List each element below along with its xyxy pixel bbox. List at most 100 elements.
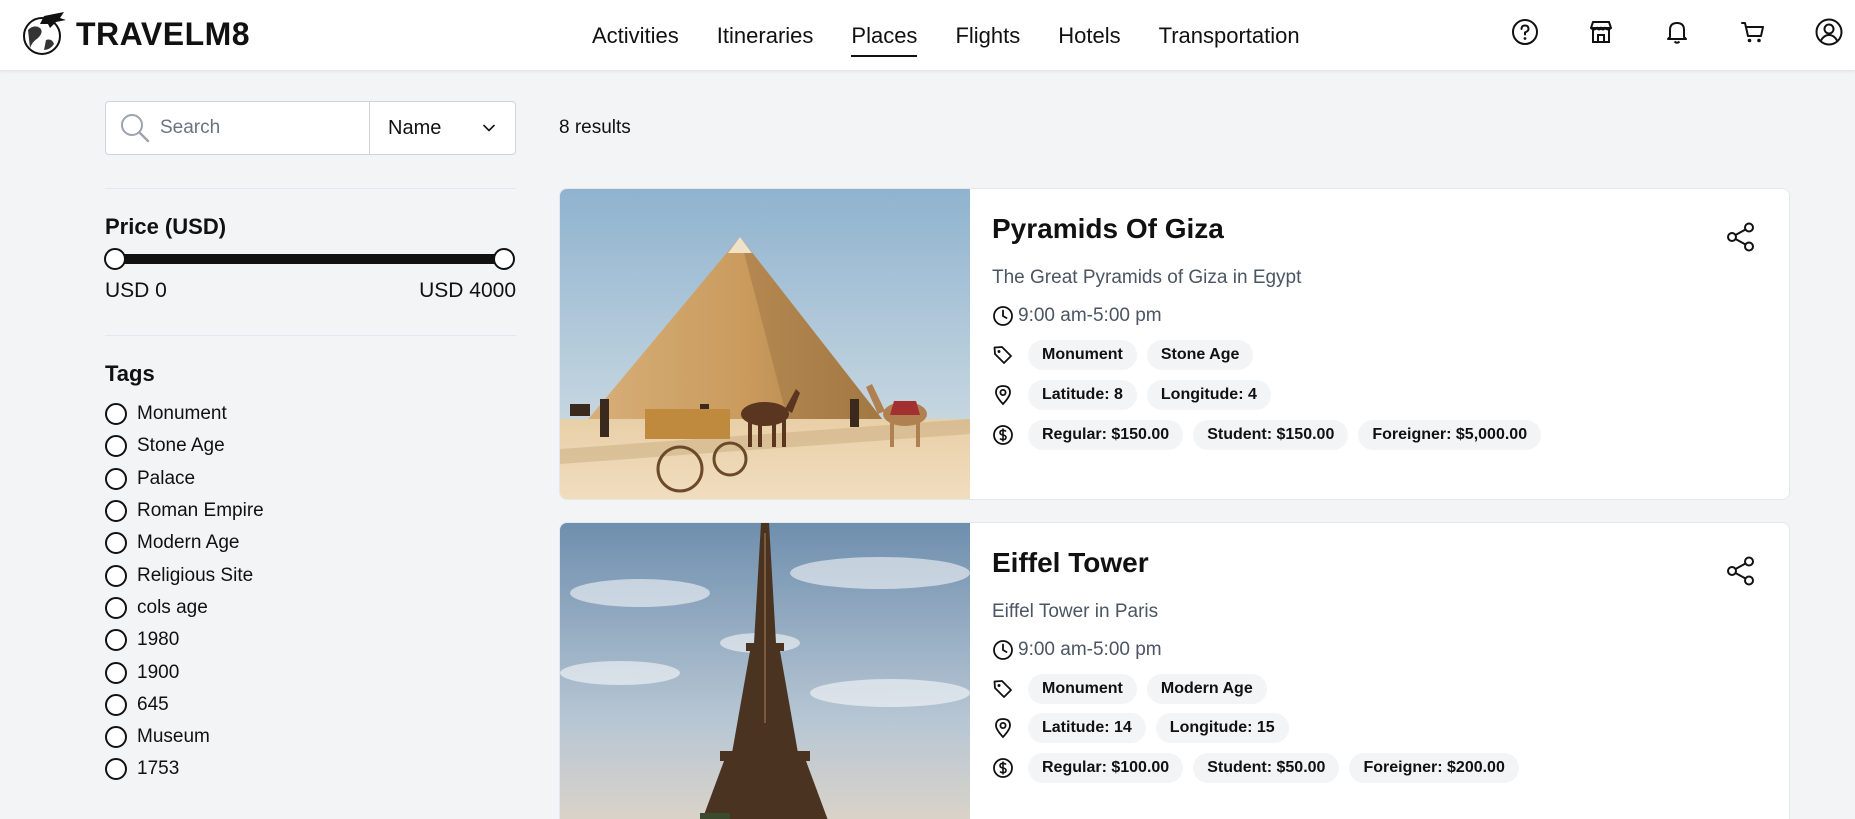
prices-row: Regular: $100.00 Student: $50.00 Foreign…: [992, 753, 1519, 783]
location-row: Latitude: 8 Longitude: 4: [992, 380, 1271, 410]
latitude-pill: Latitude: 14: [1028, 713, 1146, 743]
price-slider-max-handle[interactable]: [493, 248, 515, 270]
price-pill-regular: Regular: $150.00: [1028, 420, 1184, 450]
place-card[interactable]: Eiffel Tower Eiffel Tower in Paris 9:00 …: [559, 522, 1790, 819]
place-description: Eiffel Tower in Paris: [992, 601, 1159, 622]
nav-item-activities[interactable]: Activities: [592, 21, 679, 51]
tag-option[interactable]: Religious Site: [105, 559, 264, 591]
tag-option[interactable]: Museum: [105, 721, 264, 753]
longitude-pill: Longitude: 15: [1155, 713, 1289, 743]
tag-label: Museum: [137, 726, 210, 748]
radio-button[interactable]: [105, 726, 127, 749]
tag-option[interactable]: 1900: [105, 656, 264, 688]
tag-icon: [992, 678, 1014, 700]
price-pill-student: Student: $150.00: [1193, 420, 1349, 450]
tag-option[interactable]: Roman Empire: [105, 495, 264, 527]
price-filter-title: Price (USD): [105, 214, 227, 239]
tag-pill: Monument: [1028, 674, 1137, 704]
tag-option[interactable]: Modern Age: [105, 527, 264, 559]
tag-label: 1900: [137, 661, 180, 683]
map-pin-icon: [992, 384, 1014, 406]
tag-option[interactable]: cols age: [105, 592, 264, 624]
chevron-down-icon: [483, 124, 495, 132]
tag-option[interactable]: Monument: [105, 398, 264, 430]
location-row: Latitude: 14 Longitude: 15: [992, 713, 1289, 743]
nav-item-hotels[interactable]: Hotels: [1058, 21, 1120, 51]
help-icon[interactable]: [1507, 14, 1543, 50]
nav-item-transportation[interactable]: Transportation: [1159, 21, 1300, 51]
place-title[interactable]: Eiffel Tower: [992, 547, 1149, 579]
place-image: [560, 523, 970, 819]
tag-option[interactable]: Palace: [105, 463, 264, 495]
price-min-label: USD 0: [105, 279, 167, 302]
radio-button[interactable]: [105, 693, 127, 716]
divider: [105, 335, 516, 336]
nav-item-places[interactable]: Places: [851, 21, 918, 57]
radio-button[interactable]: [105, 467, 127, 490]
price-pill-student: Student: $50.00: [1193, 753, 1340, 783]
place-card[interactable]: Pyramids Of Giza The Great Pyramids of G…: [559, 188, 1790, 500]
radio-button[interactable]: [105, 596, 127, 619]
nav-item-itineraries[interactable]: Itineraries: [717, 21, 814, 51]
radio-button[interactable]: [105, 758, 127, 781]
tag-label: Modern Age: [137, 532, 240, 554]
tag-option[interactable]: 1753: [105, 753, 264, 785]
tag-pill: Stone Age: [1146, 340, 1254, 370]
tag-option[interactable]: 645: [105, 689, 264, 721]
opening-hours: 9:00 am-5:00 pm: [1018, 305, 1162, 326]
dollar-icon: [992, 757, 1014, 779]
user-icon[interactable]: [1811, 14, 1847, 50]
store-icon[interactable]: [1583, 14, 1619, 50]
hours-row: 9:00 am-5:00 pm: [992, 305, 1162, 327]
results-count: 8 results: [559, 117, 631, 138]
top-header: TRAVELM8 Activities Itineraries Places F…: [0, 0, 1855, 71]
price-slider-min-handle[interactable]: [104, 248, 126, 270]
tag-label: 645: [137, 693, 169, 715]
radio-button[interactable]: [105, 403, 127, 426]
price-pill-foreigner: Foreigner: $5,000.00: [1358, 420, 1542, 450]
price-slider-track[interactable]: [113, 254, 505, 264]
radio-button[interactable]: [105, 500, 127, 523]
tag-label: Monument: [137, 403, 227, 425]
clock-icon: [992, 305, 1014, 327]
nav-item-flights[interactable]: Flights: [955, 21, 1020, 51]
price-pill-regular: Regular: $100.00: [1028, 753, 1184, 783]
search-box: [106, 102, 370, 154]
logo-text: TRAVELM8: [76, 15, 251, 52]
place-description: The Great Pyramids of Giza in Egypt: [992, 267, 1302, 288]
tag-pill: Monument: [1028, 340, 1137, 370]
cart-icon[interactable]: [1735, 14, 1771, 50]
place-title[interactable]: Pyramids Of Giza: [992, 213, 1224, 245]
place-image: [560, 189, 970, 499]
radio-button[interactable]: [105, 532, 127, 555]
share-icon[interactable]: [1723, 553, 1759, 589]
tag-pill: Modern Age: [1146, 674, 1267, 704]
opening-hours: 9:00 am-5:00 pm: [1018, 639, 1162, 660]
tag-label: Stone Age: [137, 435, 225, 457]
radio-button[interactable]: [105, 564, 127, 587]
tag-option[interactable]: 1980: [105, 624, 264, 656]
tag-icon: [992, 344, 1014, 366]
share-icon[interactable]: [1723, 219, 1759, 255]
longitude-pill: Longitude: 4: [1146, 380, 1271, 410]
tag-option[interactable]: Stone Age: [105, 430, 264, 462]
search-input[interactable]: [160, 117, 360, 139]
tag-label: Religious Site: [137, 564, 254, 586]
price-pill-foreigner: Foreigner: $200.00: [1349, 753, 1519, 783]
divider: [105, 188, 516, 189]
tag-label: cols age: [137, 596, 208, 618]
radio-button[interactable]: [105, 661, 127, 684]
radio-button[interactable]: [105, 629, 127, 652]
hours-row: 9:00 am-5:00 pm: [992, 639, 1162, 661]
prices-row: Regular: $150.00 Student: $150.00 Foreig…: [992, 420, 1542, 450]
clock-icon: [992, 639, 1014, 661]
logo[interactable]: TRAVELM8: [20, 10, 250, 58]
search-icon: [121, 114, 150, 143]
sort-select[interactable]: Name: [370, 102, 515, 154]
dollar-icon: [992, 424, 1014, 446]
tags-filter-title: Tags: [105, 361, 155, 386]
bell-icon[interactable]: [1659, 14, 1695, 50]
radio-button[interactable]: [105, 435, 127, 458]
sort-select-value: Name: [388, 116, 442, 139]
map-pin-icon: [992, 717, 1014, 739]
